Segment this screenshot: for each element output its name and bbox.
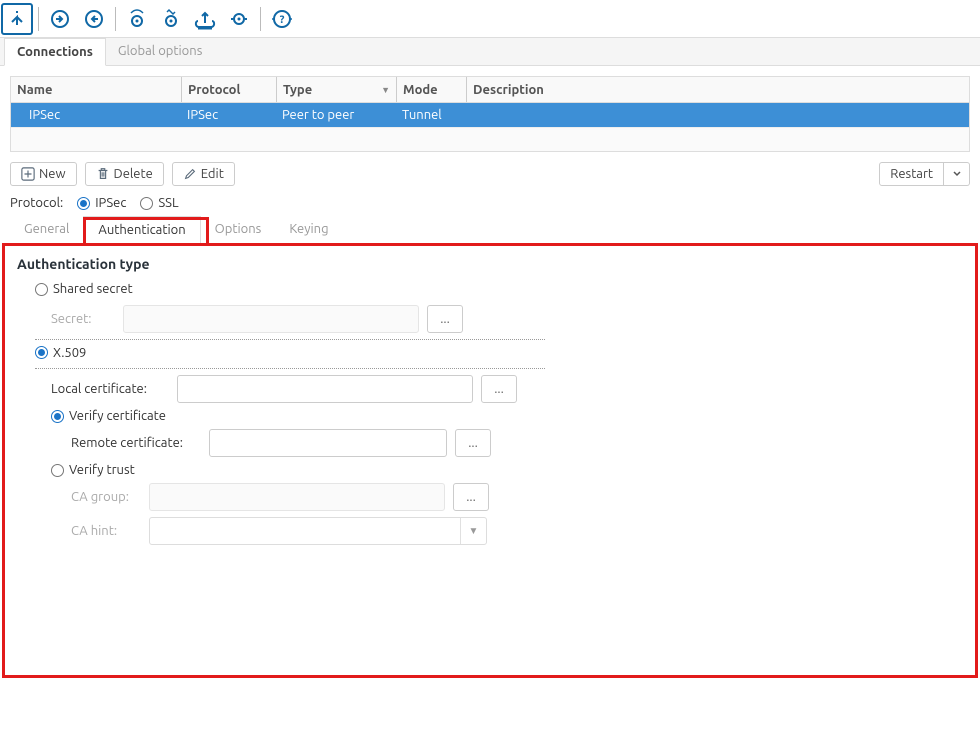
cell-mode: Tunnel	[396, 108, 466, 122]
delete-button[interactable]: Delete	[85, 162, 164, 186]
grid-toolbar: New Delete Edit Restart	[10, 162, 970, 186]
toolbar-upload-icon[interactable]	[189, 3, 221, 35]
col-type-label: Type	[283, 83, 312, 97]
grid-header: Name Protocol Type ▼ Mode Description	[11, 77, 969, 103]
radio-icon	[35, 283, 48, 296]
divider	[35, 339, 545, 340]
secret-browse-button[interactable]: ...	[427, 305, 463, 333]
remote-cert-input[interactable]	[209, 429, 447, 457]
radio-icon	[35, 346, 48, 359]
table-row[interactable]: IPSec IPSec Peer to peer Tunnel	[11, 103, 969, 127]
auth-x509-radio[interactable]: X.509	[35, 346, 963, 363]
verify-trust-label: Verify trust	[69, 463, 135, 477]
toolbar-back-icon[interactable]	[1, 3, 33, 35]
chevron-down-icon: ▼	[460, 518, 486, 544]
authentication-panel: Authentication type Shared secret Secret…	[2, 243, 978, 678]
tab-options[interactable]: Options	[201, 216, 276, 243]
restart-splitbutton: Restart	[879, 162, 970, 186]
trash-icon	[96, 167, 110, 181]
connections-grid: Name Protocol Type ▼ Mode Description IP…	[10, 76, 970, 152]
sort-asc-icon: ▼	[381, 85, 390, 95]
secret-row: Secret: ...	[51, 305, 963, 333]
toolbar: ?	[0, 0, 980, 38]
toolbar-disconnect-icon[interactable]	[78, 3, 110, 35]
protocol-ssl-label: SSL	[158, 196, 178, 210]
local-cert-browse-button[interactable]: ...	[481, 375, 517, 403]
restart-button[interactable]: Restart	[879, 162, 944, 186]
protocol-label: Protocol:	[10, 196, 63, 210]
new-button[interactable]: New	[10, 162, 77, 186]
radio-icon	[140, 197, 153, 210]
auth-shared-secret-radio[interactable]: Shared secret	[35, 282, 963, 299]
ca-group-label: CA group:	[71, 490, 141, 504]
plus-icon	[21, 167, 35, 181]
main-tabs: Connections Global options	[0, 38, 980, 66]
divider	[35, 368, 545, 369]
local-cert-row: Local certificate: ...	[51, 375, 963, 403]
pencil-icon	[183, 167, 197, 181]
delete-button-label: Delete	[114, 167, 153, 181]
col-mode[interactable]: Mode	[396, 77, 466, 102]
remote-cert-row: Remote certificate: ...	[71, 429, 963, 457]
ca-group-browse-button[interactable]: ...	[453, 483, 489, 511]
protocol-ipsec-radio[interactable]: IPSec	[77, 196, 126, 210]
ca-hint-select[interactable]: ▼	[149, 517, 487, 545]
protocol-ssl-radio[interactable]: SSL	[140, 196, 178, 210]
ca-group-input[interactable]	[149, 483, 445, 511]
edit-button-label: Edit	[201, 167, 224, 181]
ca-hint-label: CA hint:	[71, 524, 141, 538]
protocol-ipsec-label: IPSec	[95, 196, 126, 210]
verify-trust-radio[interactable]: Verify trust	[51, 463, 963, 477]
cell-type: Peer to peer	[276, 108, 396, 122]
ca-hint-value	[150, 518, 460, 544]
local-cert-input[interactable]	[177, 375, 473, 403]
tab-general[interactable]: General	[10, 216, 83, 243]
ca-hint-row: CA hint: ▼	[71, 517, 963, 545]
radio-icon	[77, 197, 90, 210]
panel-heading: Authentication type	[17, 256, 963, 272]
cell-protocol: IPSec	[181, 108, 276, 122]
restart-dropdown[interactable]	[944, 162, 970, 186]
protocol-row: Protocol: IPSec SSL	[10, 196, 970, 210]
tab-keying[interactable]: Keying	[275, 216, 342, 243]
toolbar-settings-icon[interactable]	[223, 3, 255, 35]
x509-label: X.509	[53, 346, 86, 360]
shared-secret-label: Shared secret	[53, 282, 133, 296]
tab-global-options[interactable]: Global options	[106, 38, 214, 65]
tab-connections[interactable]: Connections	[4, 38, 106, 66]
verify-cert-label: Verify certificate	[69, 409, 166, 423]
col-type[interactable]: Type ▼	[276, 77, 396, 102]
secret-label: Secret:	[51, 312, 115, 326]
col-description[interactable]: Description	[466, 77, 969, 102]
local-cert-label: Local certificate:	[51, 382, 169, 396]
tab-authentication[interactable]: Authentication	[83, 216, 200, 244]
ca-group-row: CA group: ...	[71, 483, 963, 511]
radio-icon	[51, 410, 64, 423]
col-name[interactable]: Name	[11, 77, 181, 102]
toolbar-sync-config-icon[interactable]	[155, 3, 187, 35]
remote-cert-browse-button[interactable]: ...	[455, 429, 491, 457]
secret-input[interactable]	[123, 305, 419, 333]
grid-empty-area	[11, 127, 969, 151]
detail-tabs: General Authentication Options Keying	[10, 216, 970, 244]
restart-button-label: Restart	[890, 167, 933, 181]
verify-cert-radio[interactable]: Verify certificate	[51, 409, 963, 423]
cell-name: IPSec	[11, 108, 181, 122]
svg-text:?: ?	[280, 14, 285, 26]
new-button-label: New	[39, 167, 66, 181]
toolbar-view-config-icon[interactable]	[121, 3, 153, 35]
col-protocol[interactable]: Protocol	[181, 77, 276, 102]
toolbar-connect-icon[interactable]	[44, 3, 76, 35]
remote-cert-label: Remote certificate:	[71, 436, 201, 450]
chevron-down-icon	[952, 169, 962, 179]
edit-button[interactable]: Edit	[172, 162, 235, 186]
toolbar-help-icon[interactable]: ?	[266, 3, 298, 35]
radio-icon	[51, 464, 64, 477]
